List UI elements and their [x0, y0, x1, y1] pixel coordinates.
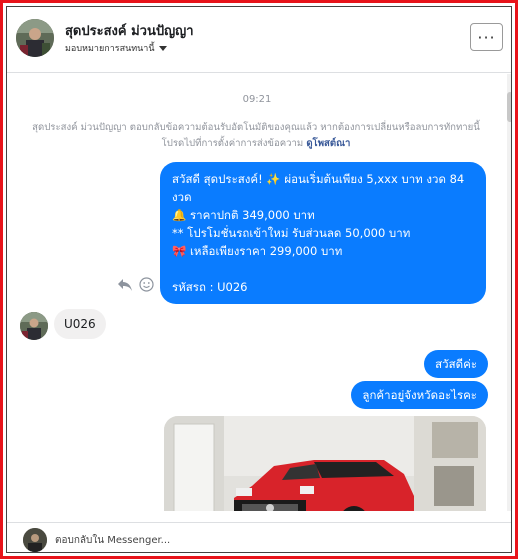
outgoing-question-message[interactable]: ลูกค้าอยู่จังหวัดอะไรคะ — [351, 381, 488, 409]
promo-line — [172, 260, 474, 278]
assign-conversation-dropdown[interactable]: มอบหมายการสนทนานี้ — [65, 41, 167, 55]
messenger-panel: สุดประสงค์ ม่วนปัญญา มอบหมายการสนทนานี้ … — [6, 6, 512, 553]
smiley-icon[interactable] — [139, 277, 154, 292]
scrollbar-thumb[interactable] — [507, 92, 511, 122]
reply-arrow-icon[interactable] — [117, 278, 133, 292]
outgoing-promo-message[interactable]: สวัสดี สุดประสงค์! ✨ ผ่อนเริ่มต้นเพียง 5… — [160, 162, 486, 304]
reply-input[interactable] — [55, 530, 475, 550]
conversation-header: สุดประสงค์ ม่วนปัญญา มอบหมายการสนทนานี้ … — [7, 7, 511, 73]
reply-bar — [7, 522, 511, 552]
auto-reply-notice: สุดประสงค์ ม่วนปัญญา ตอบกลับข้อความต้อนร… — [27, 120, 485, 152]
app-frame: สุดประสงค์ ม่วนปัญญา มอบหมายการสนทนานี้ … — [0, 0, 518, 559]
outgoing-greeting-message[interactable]: สวัสดีค่ะ — [424, 350, 488, 378]
promo-line: 🔔 ราคาปกติ 349,000 บาท — [172, 208, 315, 222]
scrollbar[interactable] — [507, 74, 511, 511]
page-avatar — [23, 528, 47, 552]
contact-avatar-small — [20, 312, 48, 340]
promo-line: ** โปรโมชั่นรถเข้าใหม่ รับส่วนลด 50,000 … — [172, 226, 411, 240]
message-actions — [117, 277, 154, 292]
contact-avatar[interactable] — [16, 19, 54, 57]
contact-name[interactable]: สุดประสงค์ ม่วนปัญญา — [65, 20, 194, 41]
more-dots-icon: ··· — [477, 27, 496, 47]
more-options-button[interactable]: ··· — [470, 23, 503, 51]
incoming-message[interactable]: U026 — [54, 309, 106, 339]
promo-line: รหัสรถ : U026 — [172, 280, 248, 294]
promo-line: งวด — [172, 190, 192, 204]
notice-text: สุดประสงค์ ม่วนปัญญา ตอบกลับข้อความต้อนร… — [32, 122, 480, 149]
promo-line: สวัสดี สุดประสงค์! ✨ ผ่อนเริ่มต้นเพียง 5… — [172, 172, 465, 186]
message-thread[interactable]: 09:21 สุดประสงค์ ม่วนปัญญา ตอบกลับข้อควา… — [7, 74, 511, 511]
promo-line: 🎀 เหลือเพียงราคา 299,000 บาท — [172, 244, 343, 258]
caret-down-icon — [158, 46, 167, 51]
car-photo-attachment[interactable] — [164, 416, 486, 511]
assign-label: มอบหมายการสนทนานี้ — [65, 44, 155, 54]
message-timestamp: 09:21 — [242, 94, 272, 105]
notice-link[interactable]: ดูโพสต์ณา — [306, 138, 350, 149]
